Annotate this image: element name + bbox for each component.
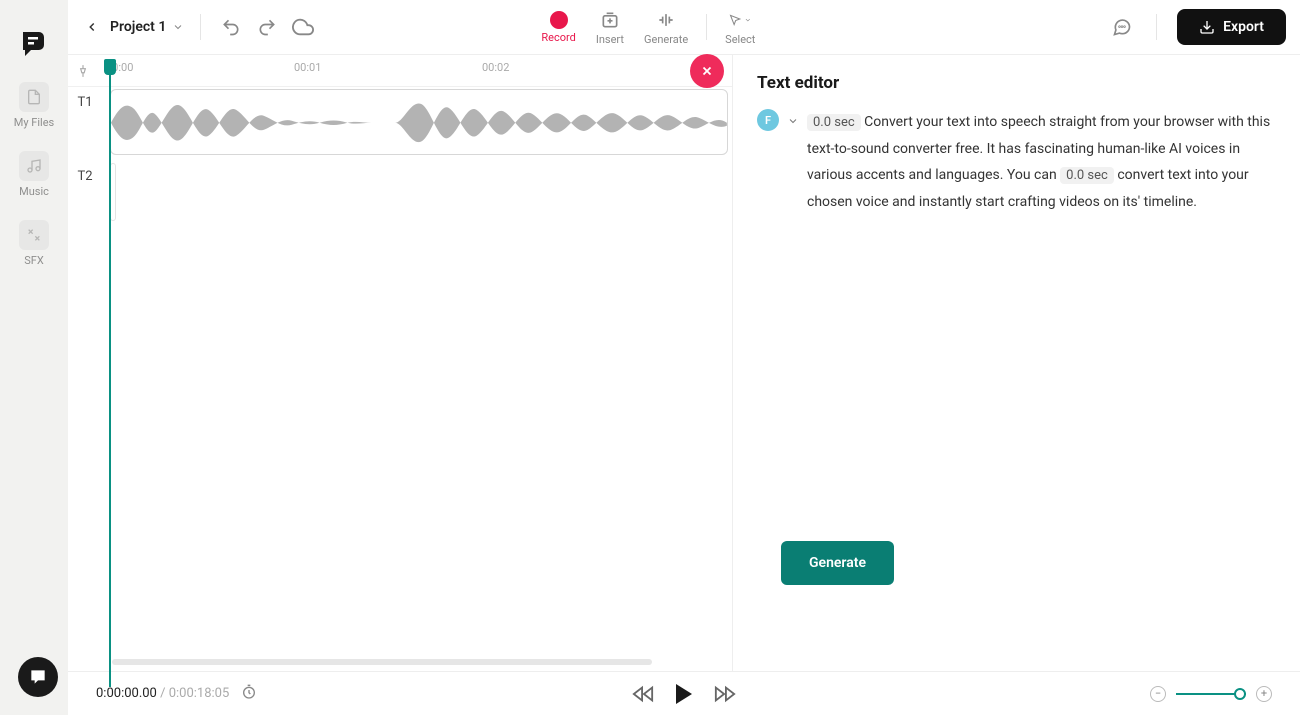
chevron-down-icon [172, 21, 184, 33]
left-sidebar: My Files Music SFX [0, 0, 68, 715]
divider [706, 14, 707, 40]
editor-text-content[interactable]: 0.0 sec Convert your text into speech st… [807, 109, 1280, 216]
play-button[interactable] [676, 684, 692, 704]
playhead-line [109, 73, 111, 687]
project-name-dropdown[interactable]: Project 1 [110, 19, 184, 35]
time-display: 0:00:00.00 / 0:00:18:05 [96, 686, 229, 701]
timeline-ruler[interactable]: 00:00 00:01 00:02 [68, 55, 732, 87]
insert-button[interactable]: Insert [586, 9, 634, 46]
chevron-down-icon [787, 115, 799, 127]
close-icon [700, 64, 714, 78]
stopwatch-icon[interactable] [241, 684, 257, 704]
ruler-mark: 00:01 [294, 61, 321, 74]
pause-chip[interactable]: 0.0 sec [807, 114, 861, 131]
sidebar-item-sfx[interactable]: SFX [19, 220, 49, 267]
pause-chip[interactable]: 0.0 sec [1060, 167, 1114, 184]
current-time: 0:00:00.00 [96, 686, 157, 701]
back-button[interactable] [82, 17, 102, 37]
select-label: Select [725, 33, 755, 46]
timeline-panel: 00:00 00:01 00:02 T1 [68, 55, 733, 715]
text-editor-panel: Text editor F 0.0 sec Convert your text … [733, 55, 1300, 715]
music-icon [19, 151, 49, 181]
app-logo [18, 28, 50, 60]
waveform [111, 90, 727, 155]
export-label: Export [1223, 19, 1264, 35]
download-icon [1199, 19, 1215, 35]
sidebar-item-music[interactable]: Music [19, 151, 49, 198]
ruler-mark: 00:02 [482, 61, 509, 74]
redo-button[interactable] [253, 13, 281, 41]
track-row-2: T2 [68, 161, 732, 227]
zoom-in-button[interactable]: + [1256, 686, 1272, 702]
panel-title: Text editor [757, 73, 1280, 93]
project-name-label: Project 1 [110, 19, 166, 35]
zoom-out-button[interactable]: − [1150, 686, 1166, 702]
forward-button[interactable] [714, 683, 736, 705]
generate-speech-button[interactable]: Generate [781, 541, 894, 585]
cloud-sync-button[interactable] [289, 13, 317, 41]
sidebar-item-label: SFX [24, 254, 44, 267]
pin-icon[interactable] [68, 64, 98, 78]
undo-button[interactable] [217, 13, 245, 41]
sfx-icon [19, 220, 49, 250]
duration-time: 0:00:18:05 [169, 686, 230, 701]
forward-icon [714, 683, 736, 705]
track-row-1: T1 [68, 87, 732, 161]
timeline-scrollbar[interactable] [112, 657, 718, 667]
export-button[interactable]: Export [1177, 9, 1286, 45]
insert-icon [599, 9, 621, 31]
record-button[interactable]: Record [531, 11, 585, 44]
select-icon [729, 9, 751, 31]
play-icon [676, 684, 692, 704]
generate-button[interactable]: Generate [634, 9, 698, 46]
playhead-handle[interactable] [104, 59, 116, 75]
generate-icon [655, 9, 677, 31]
generate-label: Generate [644, 33, 688, 46]
scrollbar-thumb[interactable] [112, 659, 652, 665]
select-button[interactable]: Select [715, 9, 765, 46]
zoom-slider-thumb[interactable] [1234, 688, 1246, 700]
close-panel-button[interactable] [690, 54, 724, 88]
insert-label: Insert [596, 33, 624, 46]
rewind-icon [632, 683, 654, 705]
sidebar-item-myfiles[interactable]: My Files [14, 82, 54, 129]
transport-bar: 0:00:00.00 / 0:00:18:05 − + [68, 671, 1300, 715]
record-icon [550, 11, 568, 29]
top-toolbar: Project 1 Record [68, 0, 1300, 55]
track-label: T2 [68, 161, 102, 227]
record-label: Record [541, 31, 575, 44]
audio-clip[interactable] [110, 89, 728, 155]
track-label: T1 [68, 87, 102, 161]
sidebar-item-label: Music [19, 185, 49, 198]
zoom-slider[interactable] [1176, 693, 1246, 695]
rewind-button[interactable] [632, 683, 654, 705]
voice-avatar[interactable]: F [757, 109, 779, 131]
sidebar-item-label: My Files [14, 116, 54, 129]
divider [1156, 14, 1157, 40]
generate-speech-label: Generate [809, 555, 866, 571]
chat-support-button[interactable] [18, 657, 58, 697]
voice-dropdown[interactable] [787, 115, 799, 130]
divider [200, 14, 201, 40]
comment-button[interactable] [1108, 13, 1136, 41]
file-icon [19, 82, 49, 112]
